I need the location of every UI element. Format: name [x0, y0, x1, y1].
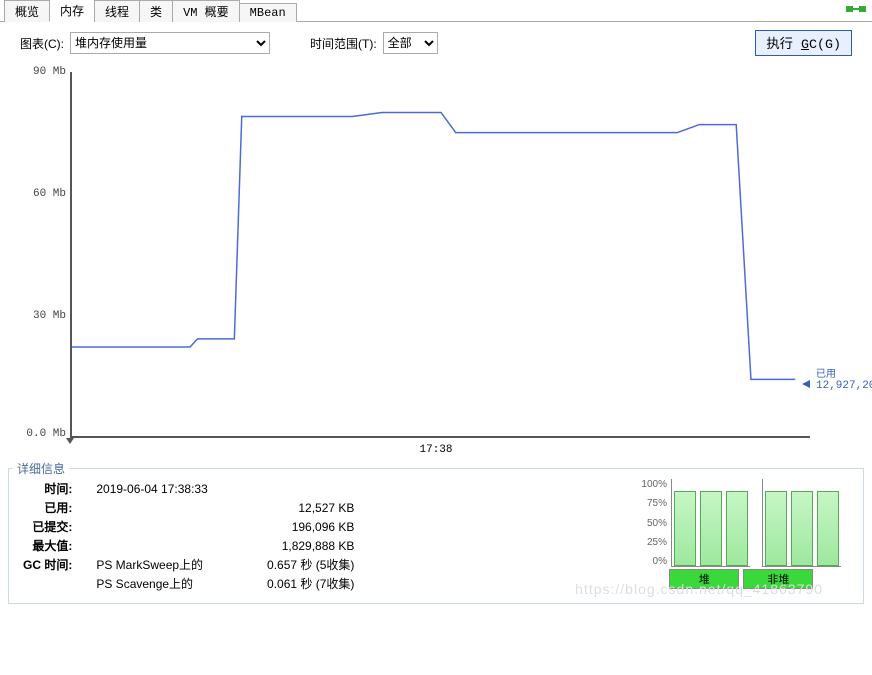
used-label: 已用: [19, 498, 76, 517]
tab-vm-summary[interactable]: VM 概要 [172, 0, 240, 22]
tab-overview[interactable]: 概览 [4, 0, 50, 22]
time-range-label: 时间范围(T): [310, 35, 377, 52]
gc1-name: PS MarkSweep上的 [76, 555, 207, 574]
details-table: 时间:2019-06-04 17:38:33 已用:12,527 KB 已提交:… [19, 479, 358, 593]
gc-label: GC 时间: [19, 555, 76, 574]
gc2-time: 0.061 秒 (7收集) [207, 574, 358, 593]
side-label: 已用 [816, 365, 872, 380]
gc2-name: PS Scavenge上的 [76, 574, 207, 593]
triangle-left-icon [802, 380, 810, 388]
memory-chart: 90 Mb 60 Mb 30 Mb 0.0 Mb 17:38 已用 12,927… [10, 60, 862, 460]
side-value: 12,927,200 [816, 380, 872, 392]
current-value-callout: 已用 12,927,200 [816, 365, 872, 392]
plot-area [70, 72, 810, 438]
ytick-90: 90 Mb [33, 66, 66, 78]
memory-pool-bars: 100%75%50%25%0% 堆 非堆 [641, 479, 853, 593]
watermark: https://blog.csdn.net/qq_41863790 [575, 581, 823, 597]
max-value: 1,829,888 KB [76, 536, 358, 555]
controls-bar: 图表(C): 堆内存使用量 时间范围(T): 全部 执行 GC(G) [0, 22, 872, 60]
tab-mbean[interactable]: MBean [239, 3, 297, 22]
details-group: 详细信息 时间:2019-06-04 17:38:33 已用:12,527 KB… [8, 468, 864, 604]
committed-value: 196,096 KB [76, 517, 358, 536]
tab-bar: 概览 内存 线程 类 VM 概要 MBean [0, 0, 872, 22]
tab-classes[interactable]: 类 [139, 0, 173, 22]
max-label: 最大值: [19, 536, 76, 555]
time-value: 2019-06-04 17:38:33 [76, 479, 358, 498]
committed-label: 已提交: [19, 517, 76, 536]
nonheap-bars[interactable] [762, 479, 841, 567]
x-origin-marker [66, 438, 74, 444]
used-value: 12,527 KB [76, 498, 358, 517]
chart-select-label: 图表(C): [20, 35, 64, 52]
mini-y-axis: 100%75%50%25%0% [641, 479, 671, 567]
xtick-time: 17:38 [419, 444, 452, 456]
perform-gc-button[interactable]: 执行 GC(G) [755, 30, 852, 56]
chart-select[interactable]: 堆内存使用量 [70, 32, 270, 54]
details-title: 详细信息 [13, 460, 69, 477]
heap-bars[interactable] [671, 479, 750, 567]
ytick-60: 60 Mb [33, 188, 66, 200]
time-label: 时间: [19, 479, 76, 498]
tab-threads[interactable]: 线程 [94, 0, 140, 22]
gc1-time: 0.657 秒 (5收集) [207, 555, 358, 574]
ytick-0: 0.0 Mb [26, 428, 66, 440]
connection-status-icon [846, 2, 866, 19]
tab-memory[interactable]: 内存 [49, 0, 95, 22]
ytick-30: 30 Mb [33, 310, 66, 322]
time-range-select[interactable]: 全部 [383, 32, 438, 54]
